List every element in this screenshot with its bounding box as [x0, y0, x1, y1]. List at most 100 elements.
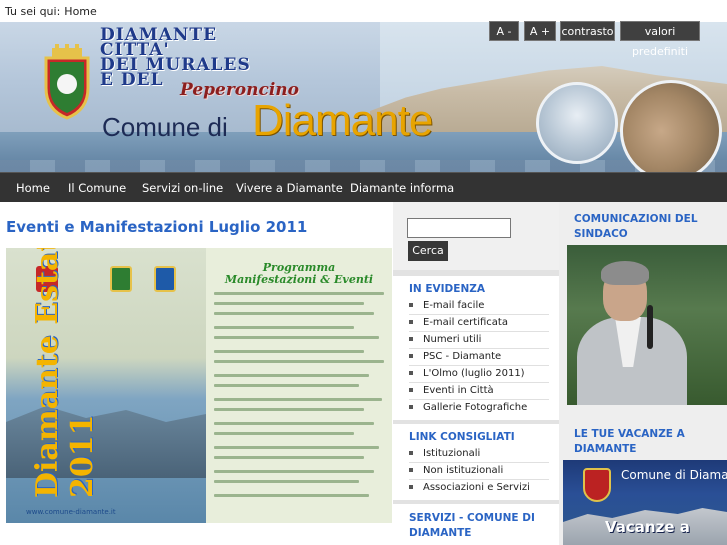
microphone-icon [647, 305, 653, 349]
poster-year-text: Diamante Estate 2011 [30, 248, 100, 498]
list-item[interactable]: Numeri utili [409, 331, 549, 348]
panel-title: SERVIZI - COMUNE DI [409, 512, 535, 524]
list-item[interactable]: Associazioni e Servizi [409, 479, 549, 496]
bullet-icon [409, 451, 413, 455]
list-item-label: L'Olmo (luglio 2011) [423, 368, 525, 379]
poster-text-line [214, 384, 359, 387]
poster-text-line [214, 422, 374, 425]
search-area: Cerca [393, 202, 559, 270]
site-header: DIAMANTE CITTA' DEI MURALES E DEL Pepero… [0, 22, 727, 172]
list-item-label: Numeri utili [423, 334, 482, 345]
comunicazioni-title: SINDACO [574, 228, 628, 240]
page-title[interactable]: Eventi e Manifestazioni Luglio 2011 [6, 218, 307, 236]
list-item[interactable]: Eventi in Città [409, 382, 549, 399]
list-item[interactable]: Gallerie Fotografiche [409, 399, 549, 416]
list-item[interactable]: Istituzionali [409, 445, 549, 462]
bullet-icon [409, 485, 413, 489]
nav-item-home[interactable]: Home [16, 173, 50, 203]
poster-heading: Programma Manifestazioni & Eventi [224, 261, 374, 286]
bullet-icon [409, 405, 413, 409]
crest-icon [110, 266, 132, 292]
poster-text-line [214, 494, 369, 497]
bullet-icon [409, 468, 413, 472]
panel-title: DIAMANTE [409, 527, 472, 539]
town-crest-icon [44, 44, 90, 120]
poster-text-line [214, 302, 364, 305]
list-item-label: Gallerie Fotografiche [423, 402, 528, 413]
list-item-label: Eventi in Città [423, 385, 494, 396]
list-item[interactable]: E-mail certificata [409, 314, 549, 331]
bullet-icon [409, 303, 413, 307]
header-comune-name: Diamante [252, 96, 433, 145]
panel-title: LINK CONSIGLIATI [409, 431, 515, 443]
event-poster-image[interactable]: Diamante Estate 2011 Programma Manifesta… [6, 248, 392, 523]
province-crest-icon [154, 266, 176, 292]
banner-title: Comune di Diamante [621, 468, 727, 482]
default-values-button[interactable]: valori predefiniti [620, 21, 700, 58]
crest-icon [583, 468, 611, 502]
right-sidebar: COMUNICAZIONI DEL SINDACO LE TUE VACANZE… [559, 202, 727, 545]
poster-text-line [214, 292, 384, 295]
poster-url: www.comune-diamante.it [26, 508, 116, 516]
top-bar: Tu sei qui: Home [0, 0, 727, 22]
list-item[interactable]: E-mail facile [409, 297, 549, 314]
search-input[interactable] [407, 218, 511, 238]
poster-text-line [214, 398, 382, 401]
panel-in-evidenza: IN EVIDENZA E-mail facile E-mail certifi… [393, 276, 559, 420]
panel-servizi: SERVIZI - COMUNE DI DIAMANTE [393, 504, 559, 545]
comunicazioni-title: COMUNICAZIONI DEL [574, 213, 698, 225]
poster-text-line [214, 480, 359, 483]
poster-text-line [214, 350, 364, 353]
poster-text-line [214, 470, 374, 473]
list-item-label: PSC - Diamante [423, 351, 502, 362]
main-content: Eventi e Manifestazioni Luglio 2011 Diam… [0, 202, 393, 545]
poster-text-line [214, 446, 379, 449]
list-item[interactable]: PSC - Diamante [409, 348, 549, 365]
poster-text-line [214, 326, 354, 329]
vacanze-title: LE TUE VACANZE A [574, 428, 685, 440]
breadcrumb-home-link[interactable]: Home [64, 5, 96, 18]
poster-text-line [214, 408, 364, 411]
list-item-label: Non istituzionali [423, 465, 504, 476]
panel-link-consigliati: LINK CONSIGLIATI Istituzionali Non istit… [393, 424, 559, 500]
bullet-icon [409, 354, 413, 358]
nav-item-servizi-online[interactable]: Servizi on-line [142, 173, 223, 203]
main-nav: Home Il Comune Servizi on-line Vivere a … [0, 172, 727, 202]
bullet-icon [409, 371, 413, 375]
font-larger-button[interactable]: A + [524, 21, 556, 41]
poster-text-line [214, 456, 364, 459]
header-photo-circle [620, 80, 722, 172]
vacanze-title: DIAMANTE [574, 443, 637, 455]
poster-text-line [214, 360, 384, 363]
panel-title: IN EVIDENZA [409, 283, 485, 295]
breadcrumb: Tu sei qui: Home [5, 5, 101, 18]
list-item[interactable]: Non istituzionali [409, 462, 549, 479]
middle-sidebar: Cerca IN EVIDENZA E-mail facile E-mail c… [393, 202, 559, 545]
bullet-icon [409, 337, 413, 341]
list-item-label: E-mail certificata [423, 317, 508, 328]
list-item[interactable]: L'Olmo (luglio 2011) [409, 365, 549, 382]
list-item-label: Associazioni e Servizi [423, 482, 530, 493]
banner-subtitle: Vacanze a [605, 518, 690, 536]
nav-item-diamante-informa[interactable]: Diamante informa [350, 173, 454, 203]
font-smaller-button[interactable]: A - [489, 21, 519, 41]
poster-text-line [214, 432, 354, 435]
search-button[interactable]: Cerca [408, 241, 448, 261]
accessibility-controls: A - A + contrasto valori predefiniti [0, 21, 727, 58]
poster-text-line [214, 336, 379, 339]
bullet-icon [409, 320, 413, 324]
header-strip [0, 160, 727, 172]
breadcrumb-label: Tu sei qui: [5, 5, 61, 18]
contrast-button[interactable]: contrasto [560, 21, 615, 41]
poster-text-line [214, 312, 374, 315]
header-photo-circle [536, 82, 618, 164]
vacanze-banner[interactable]: Comune di Diamante Vacanze a [563, 460, 727, 545]
mayor-photo[interactable] [567, 245, 727, 405]
list-item-label: Istituzionali [423, 448, 481, 459]
poster-text-line [214, 374, 369, 377]
nav-item-il-comune[interactable]: Il Comune [68, 173, 126, 203]
header-comune-prefix: Comune di [102, 112, 228, 142]
person-hair [601, 261, 649, 285]
nav-item-vivere-a-diamante[interactable]: Vivere a Diamante [236, 173, 343, 203]
list-item-label: E-mail facile [423, 300, 485, 311]
